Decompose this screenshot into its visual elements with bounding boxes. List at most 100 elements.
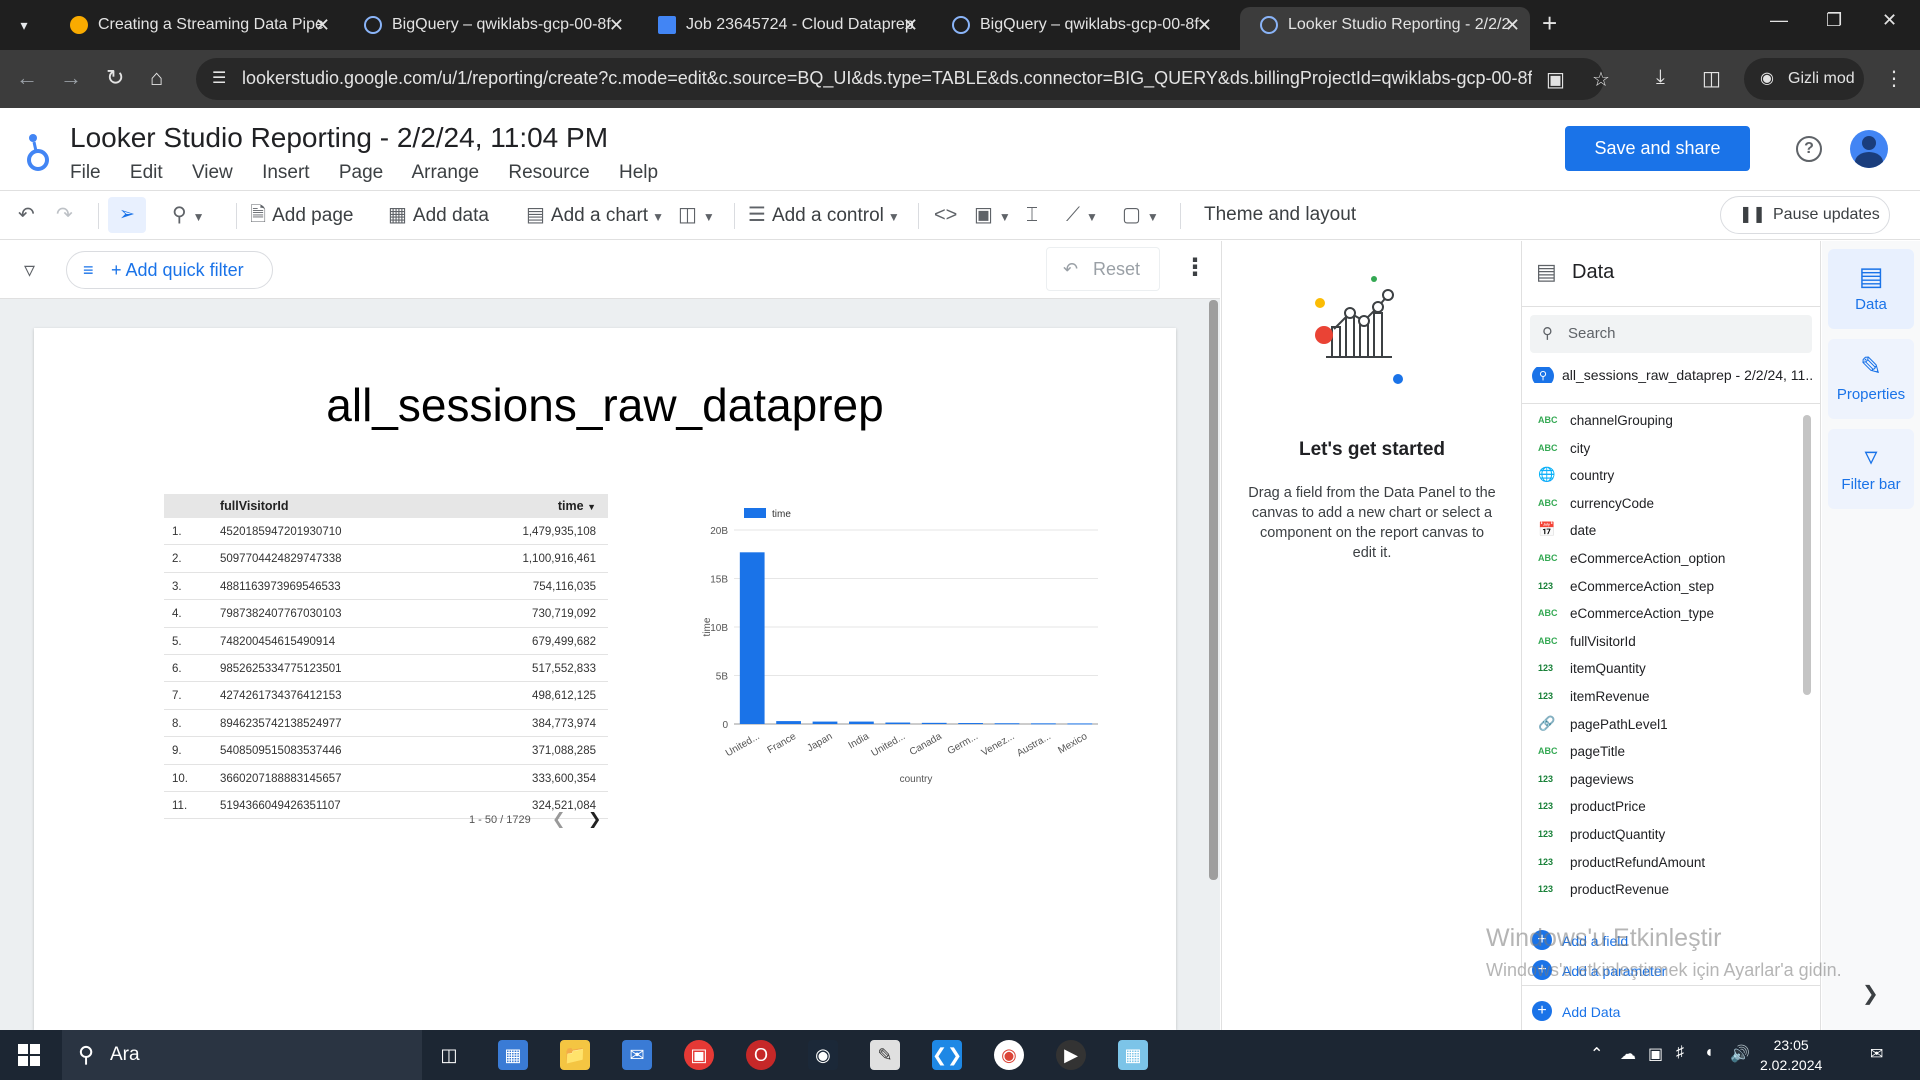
field-item[interactable]: 123 eCommerceAction_step [1522,573,1802,601]
add-quick-filter-button[interactable]: ≡ + Add quick filter [66,251,273,289]
table-row[interactable]: 5. 748200454615490914 679,499,682 [164,628,608,655]
field-item[interactable]: 123 productPrice [1522,793,1802,821]
window-close-icon[interactable]: ✕ [1882,10,1897,31]
field-item[interactable]: ABCproductSKU [1522,904,1802,909]
field-item[interactable]: ABC city [1522,435,1802,463]
report-name[interactable]: Looker Studio Reporting - 2/2/24, 11:04 … [70,122,608,154]
side-panel-icon[interactable]: ◫ [1702,66,1721,91]
tray-chevron-icon[interactable]: ⌃ [1590,1044,1603,1064]
zoom-icon[interactable]: ⚲ ▼ [172,191,211,239]
field-item[interactable]: 123 pageviews [1522,766,1802,794]
community-viz-button[interactable]: ◫ ▼ [678,191,721,239]
chrome-menu-icon[interactable]: ⋮ [1884,66,1904,91]
field-item[interactable]: 123 itemQuantity [1522,655,1802,683]
browser-tab[interactable]: Job 23645724 - Cloud Dataprep ✕ [638,7,928,43]
media-player-icon[interactable]: ▶ [1056,1040,1086,1070]
more-options-icon[interactable]: ⋮ [1183,253,1207,282]
close-tab-icon[interactable]: ✕ [1505,7,1520,43]
line-icon[interactable]: ⟋ ▼ [1066,191,1104,239]
incognito-indicator[interactable]: ◉ Gizli mod [1744,58,1864,100]
wifi-icon[interactable]: ◖ [1704,1044,1714,1062]
forward-icon[interactable]: → [60,65,82,91]
browser-tab-active[interactable]: Looker Studio Reporting - 2/2/2 ✕ [1240,7,1530,50]
embed-url-icon[interactable]: <> [934,191,963,239]
avatar[interactable] [1850,130,1888,168]
maximize-icon[interactable]: ❐ [1826,10,1842,31]
save-and-share-button[interactable]: Save and share [1565,126,1750,171]
help-icon[interactable]: ? [1796,136,1822,162]
translate-icon[interactable]: ▣ [1546,67,1565,92]
field-item[interactable]: 📅 date [1522,517,1802,545]
column-header-time[interactable]: time ▼ [558,499,596,513]
minimize-icon[interactable]: — [1770,10,1788,31]
volume-icon[interactable]: 🔊 [1730,1044,1750,1064]
theme-and-layout-button[interactable]: Theme and layout [1204,191,1356,239]
field-item[interactable]: ABC currencyCode [1522,490,1802,518]
field-item[interactable]: 123 productQuantity [1522,821,1802,849]
bar-chart[interactable]: time05B10B15B20BtimeUnited... France Japan… [674,508,1134,828]
add-data-source-button[interactable]: + Add Data [1532,1001,1620,1021]
bookmark-star-icon[interactable]: ☆ [1592,67,1610,92]
field-list-scrollbar[interactable] [1803,415,1811,695]
steam-icon[interactable]: ◉ [808,1040,838,1070]
previous-page-icon[interactable]: ❮ [552,809,565,829]
browser-tab[interactable]: BigQuery – qwiklabs-gcp-00-8f ✕ [932,7,1222,43]
field-item[interactable]: 123 productRevenue [1522,876,1802,904]
table-row[interactable]: 11. 5194366049426351107 324,521,084 [164,792,608,820]
home-icon[interactable]: ⌂ [150,65,163,91]
back-icon[interactable]: ← [16,65,38,91]
close-tab-icon[interactable]: ✕ [903,7,918,43]
next-page-icon[interactable]: ❯ [588,809,601,829]
pause-updates-button[interactable]: ❚❚ Pause updates [1720,196,1890,234]
table-row[interactable]: 1. 4520185947201930710 1,479,935,108 [164,518,608,546]
data-table[interactable]: fullVisitorId time ▼ 1. 45201859472019307… [164,494,608,820]
table-row[interactable]: 4. 7987382407767030103 730,719,092 [164,600,608,628]
field-item[interactable]: ABC eCommerceAction_option [1522,545,1802,573]
select-pointer-icon[interactable]: ➢ [108,197,146,233]
menu-arrange[interactable]: Arrange [411,162,479,183]
vscode-icon[interactable]: ❮❯ [932,1040,962,1070]
notifications-icon[interactable]: ✉ [1870,1044,1883,1064]
table-row[interactable]: 3. 4881163973969546533 754,116,035 [164,573,608,601]
menu-page[interactable]: Page [339,162,383,183]
close-tab-icon[interactable]: ✕ [1197,7,1212,43]
menu-help[interactable]: Help [619,162,658,183]
tab-search-icon[interactable]: ▾ [8,10,40,40]
add-page-button[interactable]: 🗎 Add page [250,191,353,239]
rail-properties-tab[interactable]: ✎ Properties [1828,339,1914,419]
close-tab-icon[interactable]: ✕ [315,7,330,43]
language-icon[interactable]: ♯ [1676,1044,1684,1062]
menu-edit[interactable]: Edit [130,162,163,183]
image-icon[interactable]: ▣ ▼ [974,191,1017,239]
filter-funnel-icon[interactable]: ▿ [24,257,35,283]
table-row[interactable]: 8. 8946235742138524977 384,773,974 [164,710,608,738]
rail-filter-bar-tab[interactable]: ▿ Filter bar [1828,429,1914,509]
redo-icon[interactable]: ↷ [56,191,79,239]
report-page[interactable]: all_sessions_raw_dataprep fullVisitorId … [34,328,1176,1030]
new-tab-icon[interactable]: + [1542,8,1557,39]
mail-icon[interactable]: ✉ [622,1040,652,1070]
text-icon[interactable]: ⌶ [1026,191,1044,239]
browser-tab[interactable]: Creating a Streaming Data Pipe ✕ [50,7,340,43]
table-row[interactable]: 10. 3660207188883145657 333,600,354 [164,765,608,792]
add-chart-button[interactable]: ▤ Add a chart ▼ [526,191,670,239]
field-item[interactable]: 🔗 pagePathLevel1 [1522,711,1802,739]
table-row[interactable]: 7. 4274261734376412153 498,612,125 [164,682,608,710]
onedrive-icon[interactable]: ☁ [1620,1044,1636,1064]
field-search-input[interactable]: ⚲ Search [1530,315,1812,353]
omnibox[interactable]: ☰ lookerstudio.google.com/u/1/reporting/… [196,58,1610,100]
field-item[interactable]: ABC pageTitle [1522,738,1802,766]
windows-start-icon[interactable] [18,1044,40,1066]
microsoft-store-icon[interactable]: ▦ [498,1040,528,1070]
canvas-scrollbar[interactable] [1209,300,1218,880]
menu-view[interactable]: View [192,162,233,183]
table-row[interactable]: 2. 5097704424829747338 1,100,916,461 [164,545,608,573]
site-info-icon[interactable]: ☰ [212,68,226,88]
chrome-icon[interactable]: ◉ [994,1040,1024,1070]
shape-icon[interactable]: ▢ ▼ [1122,191,1165,239]
menu-insert[interactable]: Insert [262,162,310,183]
column-header-fullvisitorid[interactable]: fullVisitorId [220,499,289,513]
browser-tab[interactable]: BigQuery – qwiklabs-gcp-00-8f ✕ [344,7,634,43]
file-explorer-icon[interactable]: 📁 [560,1040,590,1070]
field-item[interactable]: ABC eCommerceAction_type [1522,600,1802,628]
